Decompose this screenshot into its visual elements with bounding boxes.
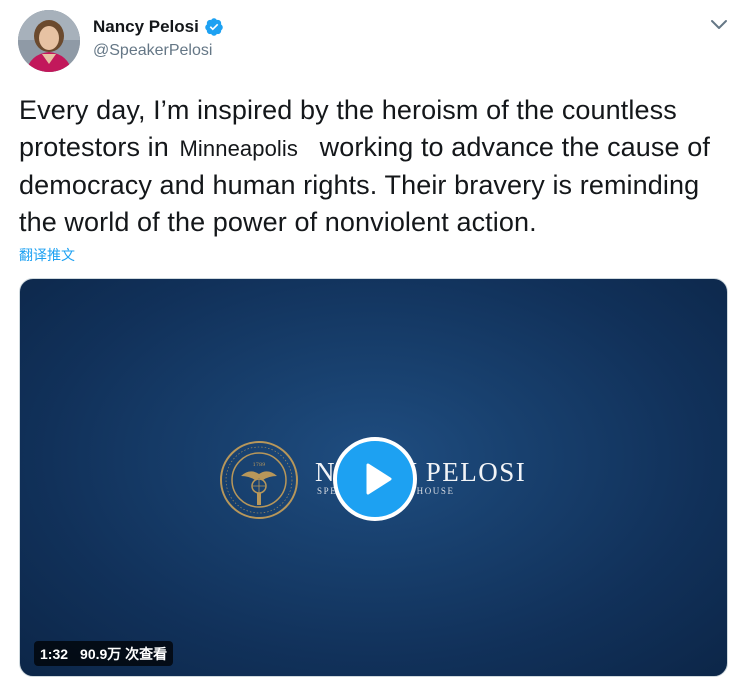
video-player[interactable]: 1789 NANCY PELOSI SPEAKER OF THE HOUSE 1… — [19, 278, 728, 677]
video-duration: 1:32 — [40, 645, 69, 662]
translate-tweet-link[interactable]: 翻译推文 — [19, 245, 75, 265]
verified-badge-icon — [205, 18, 223, 36]
seal-year: 1789 — [253, 462, 266, 468]
video-stats-badge: 1:32 90.9万 次查看 — [34, 641, 174, 666]
user-handle[interactable]: @SpeakerPelosi — [93, 42, 212, 60]
play-button[interactable] — [333, 437, 417, 521]
avatar[interactable] — [18, 10, 80, 72]
play-icon — [366, 463, 392, 495]
user-name-row: Nancy Pelosi — [93, 17, 224, 37]
video-view-count: 90.9万 次查看 — [80, 645, 168, 662]
tweet-text: Every day, I’m inspired by the heroism o… — [19, 92, 731, 241]
place-tag[interactable]: Minneapolis — [176, 136, 312, 161]
avatar-image — [18, 10, 80, 72]
caret-down-icon[interactable] — [708, 16, 730, 34]
display-name[interactable]: Nancy Pelosi — [93, 17, 199, 37]
speaker-seal-icon: 1789 — [220, 441, 298, 519]
